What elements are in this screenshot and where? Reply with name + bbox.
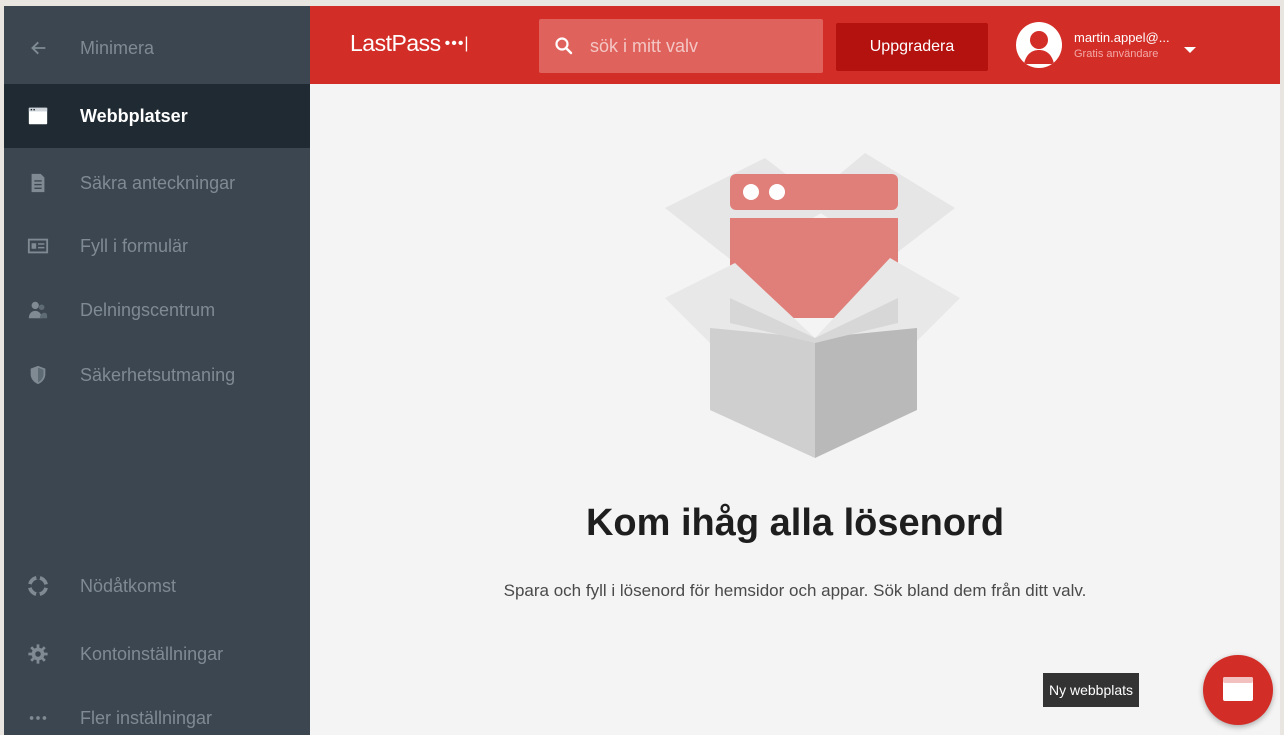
sidebar-item-fyll-i-formular[interactable]: Fyll i formulär [4, 214, 310, 278]
form-card-icon [26, 234, 50, 258]
sidebar: Minimera Webbplatser Säkra anteckningar … [4, 6, 310, 735]
sidebar-item-webbplatser[interactable]: Webbplatser [4, 84, 310, 148]
sidebar-item-sakerhetsutmaning[interactable]: Säkerhetsutmaning [4, 343, 310, 407]
more-dots-icon [26, 706, 50, 730]
note-icon [26, 171, 50, 195]
sidebar-collapse-label: Minimera [80, 37, 155, 58]
add-website-button[interactable] [1203, 655, 1273, 725]
main-content: Kom ihåg alla lösenord Spara och fyll i … [310, 84, 1280, 735]
sidebar-item-label: Fler inställningar [80, 707, 213, 728]
sidebar-item-label: Säkerhetsutmaning [80, 364, 236, 385]
sidebar-item-label: Säkra anteckningar [80, 172, 236, 193]
chevron-down-icon[interactable] [1183, 41, 1196, 53]
logo-dots: •••| [444, 35, 470, 52]
account-email: martin.appel@... [1074, 30, 1170, 45]
sidebar-item-nodatkomst[interactable]: Nödåtkomst [4, 554, 310, 618]
sidebar-item-label: Fyll i formulär [80, 235, 189, 256]
lifebuoy-icon [26, 574, 50, 598]
gear-icon [26, 642, 50, 666]
shield-icon [26, 363, 50, 387]
add-site-tooltip: Ny webbplats [1043, 673, 1140, 707]
account-menu[interactable]: martin.appel@... Gratis användare [1016, 20, 1236, 70]
empty-state-description: Spara och fyll i lösenord för hemsidor o… [503, 581, 1087, 600]
logo-text: LastPass [350, 30, 441, 56]
empty-box-illustration [655, 148, 965, 464]
sidebar-item-label: Delningscentrum [80, 299, 216, 320]
upgrade-button[interactable]: Uppgradera [836, 23, 988, 71]
browser-window-icon [26, 104, 50, 128]
sidebar-collapse-button[interactable]: Minimera [4, 16, 310, 80]
user-icon [1024, 31, 1054, 64]
sidebar-item-label: Webbplatser [80, 105, 188, 126]
sidebar-item-label: Nödåtkomst [80, 575, 177, 596]
empty-state-title: Kom ihåg alla lösenord [585, 502, 1005, 544]
search-icon [554, 36, 574, 56]
sidebar-item-sakra-anteckningar[interactable]: Säkra anteckningar [4, 151, 310, 215]
avatar [1016, 22, 1062, 68]
lastpass-logo[interactable]: LastPass •••| [350, 30, 470, 57]
users-icon [26, 298, 50, 322]
sidebar-item-kontoinstallningar[interactable]: Kontoinställningar [4, 622, 310, 686]
arrow-left-icon [26, 36, 50, 60]
sidebar-item-label: Kontoinställningar [80, 643, 224, 664]
search-input[interactable] [590, 35, 810, 57]
sidebar-item-delningscentrum[interactable]: Delningscentrum [4, 278, 310, 342]
account-type: Gratis användare [1074, 48, 1159, 60]
search-box[interactable] [539, 19, 823, 73]
sidebar-item-fler-installningar[interactable]: Fler inställningar [4, 686, 310, 735]
top-bar: LastPass•••| Uppgradera martin.appel@...… [310, 6, 1280, 84]
browser-window-icon [1222, 675, 1254, 706]
